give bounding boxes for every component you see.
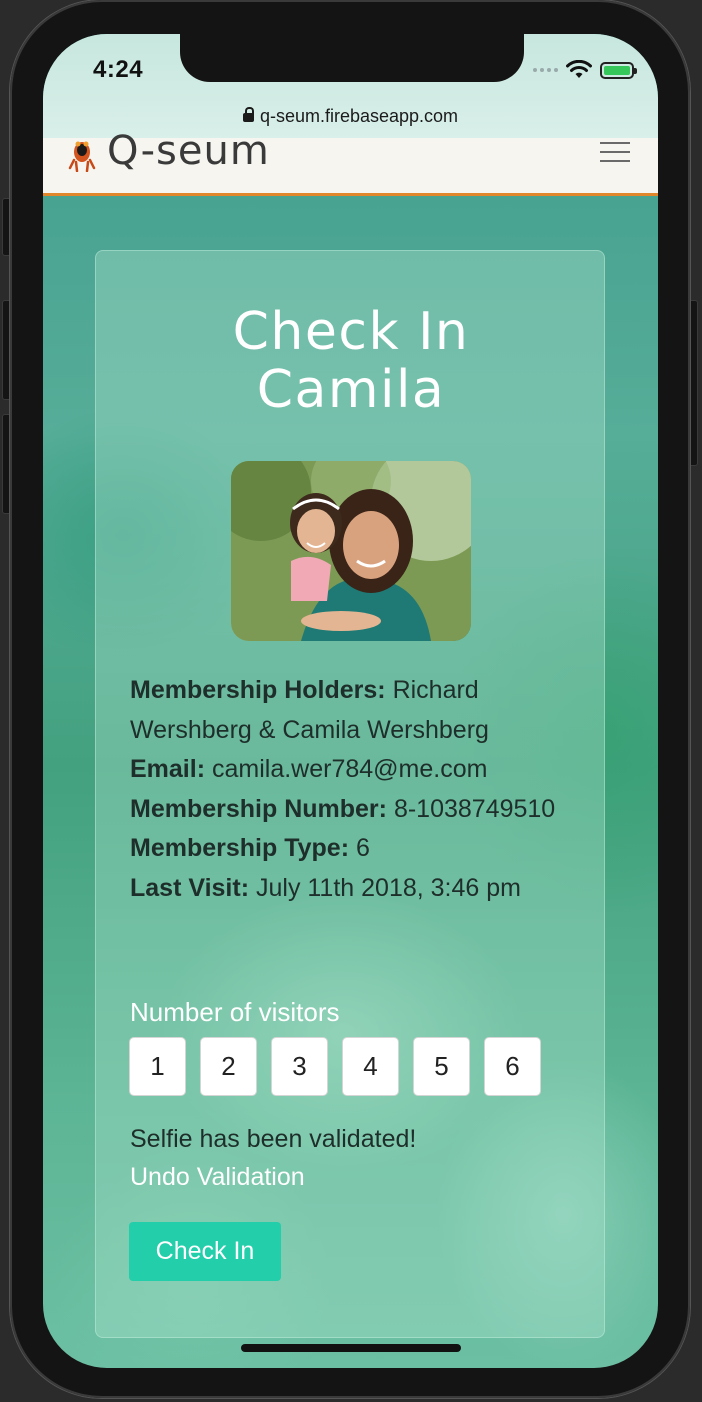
visitor-option-2[interactable]: 2 bbox=[200, 1037, 257, 1096]
brand-name[interactable]: Q-seum bbox=[107, 128, 270, 174]
email-label: Email: bbox=[130, 755, 206, 783]
screen: 4:24 q-seum.firebaseapp.com Q-seum Check… bbox=[43, 34, 658, 1368]
battery-icon bbox=[600, 61, 637, 79]
status-icons bbox=[533, 60, 637, 80]
selfie-status-text: Selfie has been validated! bbox=[130, 1125, 417, 1153]
membership-number-label: Membership Number: bbox=[130, 794, 387, 823]
site-header: Q-seum bbox=[43, 128, 658, 196]
check-in-button[interactable]: Check In bbox=[129, 1222, 281, 1281]
last-visit-row: Last Visit: July 11th 2018, 3:46 pm bbox=[130, 869, 580, 909]
visitor-option-1[interactable]: 1 bbox=[129, 1037, 186, 1096]
membership-number-value: 8-1038749510 bbox=[393, 794, 556, 823]
hamburger-menu-icon[interactable] bbox=[600, 142, 630, 164]
membership-type-label: Membership Type: bbox=[130, 834, 350, 862]
page-title: Check In Camila bbox=[96, 303, 606, 419]
membership-holders-label: Membership Holders: bbox=[130, 676, 386, 704]
last-visit-label: Last Visit: bbox=[130, 873, 250, 902]
title-line-1: Check In bbox=[232, 302, 470, 362]
visitor-option-3[interactable]: 3 bbox=[271, 1037, 328, 1096]
membership-info: Membership Holders: Richard Wershberg & … bbox=[130, 671, 580, 908]
check-in-card: Check In Camila Membership Holders: Rich… bbox=[95, 250, 605, 1338]
visitor-count-selector: 1 2 3 4 5 6 bbox=[129, 1037, 541, 1096]
url-text: q-seum.firebaseapp.com bbox=[259, 106, 459, 126]
undo-validation-link[interactable]: Undo Validation bbox=[130, 1163, 305, 1192]
visitor-option-6[interactable]: 6 bbox=[484, 1037, 541, 1096]
membership-holders-row: Membership Holders: Richard Wershberg & … bbox=[130, 671, 580, 750]
member-photo-image bbox=[231, 461, 471, 641]
membership-type-value: 6 bbox=[355, 834, 370, 862]
visitor-option-5[interactable]: 5 bbox=[413, 1037, 470, 1096]
visitors-label: Number of visitors bbox=[130, 997, 340, 1027]
wifi-icon bbox=[566, 60, 592, 78]
visitor-option-4[interactable]: 4 bbox=[342, 1037, 399, 1096]
membership-number-row: Membership Number: 8-1038749510 bbox=[130, 790, 580, 830]
lock-icon bbox=[242, 107, 254, 122]
notch bbox=[180, 34, 524, 82]
title-line-2: Camila bbox=[256, 360, 446, 420]
status-time: 4:24 bbox=[93, 56, 144, 83]
signal-icon bbox=[533, 68, 558, 72]
frog-logo-icon[interactable] bbox=[67, 138, 97, 172]
email-value: camila.wer784@me.com bbox=[211, 755, 488, 783]
membership-type-row: Membership Type: 6 bbox=[130, 829, 580, 869]
last-visit-value: July 11th 2018, 3:46 pm bbox=[255, 873, 521, 902]
email-row: Email: camila.wer784@me.com bbox=[130, 750, 580, 790]
home-indicator[interactable] bbox=[241, 1344, 461, 1352]
member-photo bbox=[231, 461, 471, 641]
address-bar[interactable]: q-seum.firebaseapp.com bbox=[43, 106, 658, 127]
